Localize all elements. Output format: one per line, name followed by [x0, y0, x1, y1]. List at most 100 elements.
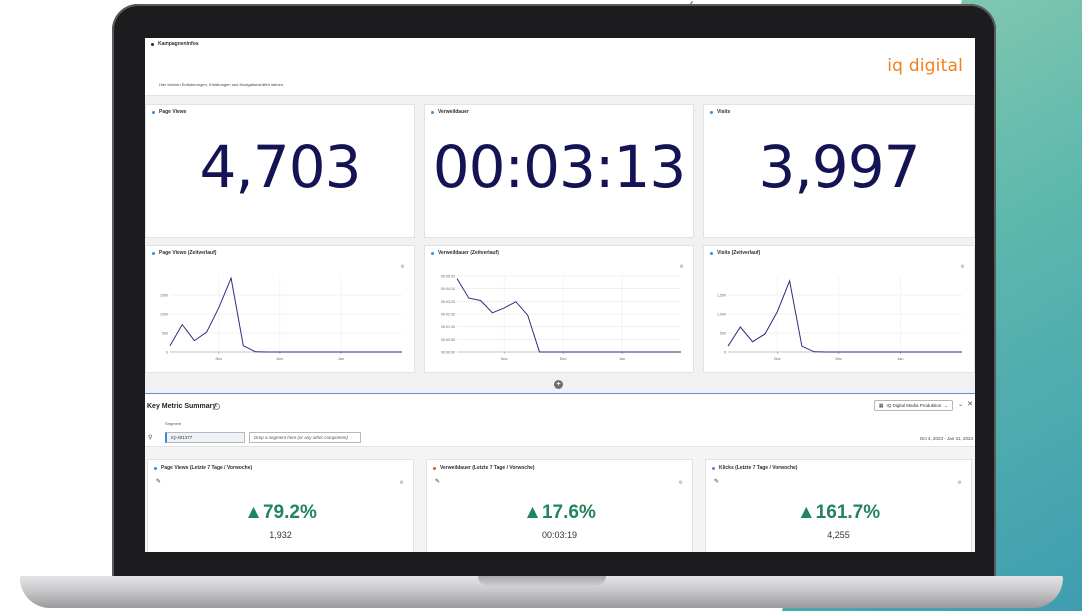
gear-icon[interactable]: ⚙	[679, 480, 683, 486]
dashboard-screen: Kampagneninfos Hier können Erläuterungen…	[145, 38, 975, 552]
chart-panel-visits[interactable]: Visits (Zeitverlauf) ⚙ 0 500 1,000 1,500 Nov…	[703, 245, 975, 373]
metric-card-title-text: Page Views (Letzte 7 Tage / Vorwoche)	[161, 465, 253, 471]
y-tick-label: 500	[162, 332, 168, 336]
panel-title: Visits	[710, 109, 730, 115]
grid-icon: ▦	[878, 402, 884, 409]
pencil-icon[interactable]: ✎	[156, 478, 161, 485]
chart-panel-page-views[interactable]: Page Views (Zeitverlauf) ⚙ 0 500 1000 1500 N…	[145, 245, 415, 373]
add-panel-icon[interactable]: +	[554, 380, 563, 389]
bullet-icon	[431, 251, 434, 255]
info-icon[interactable]: i	[213, 403, 220, 410]
segment-drop-zone[interactable]: Drop a segment here (or any other compon…	[249, 432, 361, 443]
pencil-icon[interactable]: ✎	[714, 478, 719, 485]
metric-change: ▲161.7%	[796, 502, 881, 523]
kpi-value: 4,703	[199, 133, 361, 201]
panel-title-text: Visits	[717, 109, 731, 115]
y-tick-label: 1,000	[717, 313, 726, 317]
panel-title: Visits (Zeitverlauf)	[710, 250, 760, 256]
line-chart-page-views: 0 500 1000 1500 Nov Dec Jan	[160, 276, 402, 361]
report-suite-label: IQ Digital Media Produktion	[886, 403, 942, 408]
y-tick-label: 00:01:40	[441, 325, 455, 329]
panel-title: Page Views (Zeitverlauf)	[152, 250, 216, 256]
y-tick-label: 00:02:30	[441, 313, 455, 317]
header-description: Hier können Erläuterungen, Erklärungen u…	[159, 82, 285, 87]
series-line	[727, 279, 962, 353]
kpi-panel-visits[interactable]: Visits 3,997	[703, 104, 975, 238]
add-panel-row: +	[145, 378, 975, 392]
report-suite-select[interactable]: ▦ IQ Digital Media Produktion ⌄	[873, 400, 953, 411]
segment-label: Segment	[165, 421, 182, 426]
metric-card-verweildauer[interactable]: Verweildauer (Letzte 7 Tage / Vorwoche) …	[426, 459, 693, 552]
section-title-text: Kampagneninfos	[158, 41, 199, 47]
metric-card-page-views[interactable]: Page Views (Letzte 7 Tage / Vorwoche) ✎ …	[147, 459, 414, 552]
x-tick-label: Dec	[277, 357, 284, 361]
panel-title-text: Verweildauer (Zeitverlauf)	[438, 250, 499, 256]
metric-card-title-text: Verweildauer (Letzte 7 Tage / Vorwoche)	[440, 465, 535, 471]
y-tick-label: 1000	[160, 313, 168, 317]
key-metric-summary: Key Metric Summary i ▦ IQ Digital Media …	[145, 394, 975, 552]
series-line	[456, 278, 681, 353]
segment-pill[interactable]: IQ-401377	[165, 432, 245, 443]
gear-icon[interactable]: ⚙	[400, 480, 404, 486]
x-tick-label: Nov	[215, 357, 222, 361]
x-tick-label: Nov	[774, 357, 781, 361]
x-tick-label: Jan	[338, 357, 344, 361]
bullet-icon	[712, 466, 715, 470]
bullet-icon	[710, 251, 713, 255]
panel-title: Verweildauer	[431, 109, 469, 115]
x-tick-label: Dec	[560, 357, 567, 361]
y-tick-label: 00:04:10	[441, 287, 455, 291]
bullet-icon	[152, 110, 155, 114]
metric-value: 1,932	[269, 530, 292, 540]
chart-panel-verweildauer[interactable]: Verweildauer (Zeitverlauf) ⚙ 00:00:00 00:…	[424, 245, 694, 373]
metric-card-title: Verweildauer (Letzte 7 Tage / Vorwoche)	[433, 465, 535, 471]
series-line	[169, 276, 402, 353]
panel-title: Page Views	[152, 109, 186, 115]
bullet-icon	[151, 42, 154, 46]
panel-title-text: Verweildauer	[438, 109, 469, 115]
kpi-panel-verweildauer[interactable]: Verweildauer 00:03:13	[424, 104, 694, 238]
date-range[interactable]: Oct 4, 2023 - Jan 31, 2024	[920, 436, 973, 441]
metric-value: 4,255	[827, 530, 850, 540]
y-tick-label: 00:05:00	[441, 275, 455, 279]
kpi-value: 3,997	[758, 133, 920, 201]
x-tick-label: Dec	[835, 357, 842, 361]
metric-card-title: Page Views (Letzte 7 Tage / Vorwoche)	[154, 465, 252, 471]
x-tick-label: Jan	[619, 357, 625, 361]
collapse-icon[interactable]: ⌄	[958, 401, 963, 408]
close-icon[interactable]: ✕	[967, 400, 973, 408]
kpi-value: 00:03:13	[432, 133, 687, 201]
summary-title: Key Metric Summary	[147, 403, 217, 410]
bullet-icon	[152, 251, 155, 255]
y-tick-label: 0	[166, 351, 168, 355]
y-tick-label: 1500	[160, 294, 168, 298]
y-tick-label: 1,500	[717, 294, 726, 298]
gear-icon[interactable]: ⚙	[958, 480, 962, 486]
y-tick-label: 00:00:00	[441, 351, 455, 355]
bullet-icon	[431, 110, 434, 114]
metric-change: ▲17.6%	[523, 502, 596, 523]
dashboard-header: Kampagneninfos Hier können Erläuterungen…	[145, 38, 975, 96]
y-tick-label: 00:00:50	[441, 338, 455, 342]
metric-change: ▲79.2%	[244, 502, 317, 523]
kpi-panel-page-views[interactable]: Page Views 4,703	[145, 104, 415, 238]
metric-card-title-text: Klicks (Letzte 7 Tage / Vorwoche)	[719, 465, 798, 471]
segment-icon: ⚲	[148, 435, 153, 441]
bullet-icon	[154, 466, 157, 470]
panel-title: Verweildauer (Zeitverlauf)	[431, 250, 499, 256]
metric-value: 00:03:19	[541, 530, 578, 540]
pencil-icon[interactable]: ✎	[435, 478, 440, 485]
bullet-icon	[433, 466, 436, 470]
section-title: Kampagneninfos	[151, 41, 199, 47]
line-chart-verweildauer: 00:00:00 00:00:50 00:01:40 00:02:30 00:03:20…	[441, 275, 681, 361]
bullet-icon	[710, 110, 713, 114]
summary-toolbar: Key Metric Summary i ▦ IQ Digital Media …	[145, 394, 975, 447]
y-tick-label: 500	[720, 332, 726, 336]
y-tick-label: 00:03:20	[441, 300, 455, 304]
metric-card-klicks[interactable]: Klicks (Letzte 7 Tage / Vorwoche) ✎ ⚙ ▲1…	[705, 459, 972, 552]
laptop-notch	[478, 576, 606, 586]
line-chart-visits: 0 500 1,000 1,500 Nov Dec Jan	[717, 276, 962, 361]
metric-card-title: Klicks (Letzte 7 Tage / Vorwoche)	[712, 465, 797, 471]
x-tick-label: Jan	[897, 357, 903, 361]
panel-title-text: Visits (Zeitverlauf)	[717, 250, 761, 256]
